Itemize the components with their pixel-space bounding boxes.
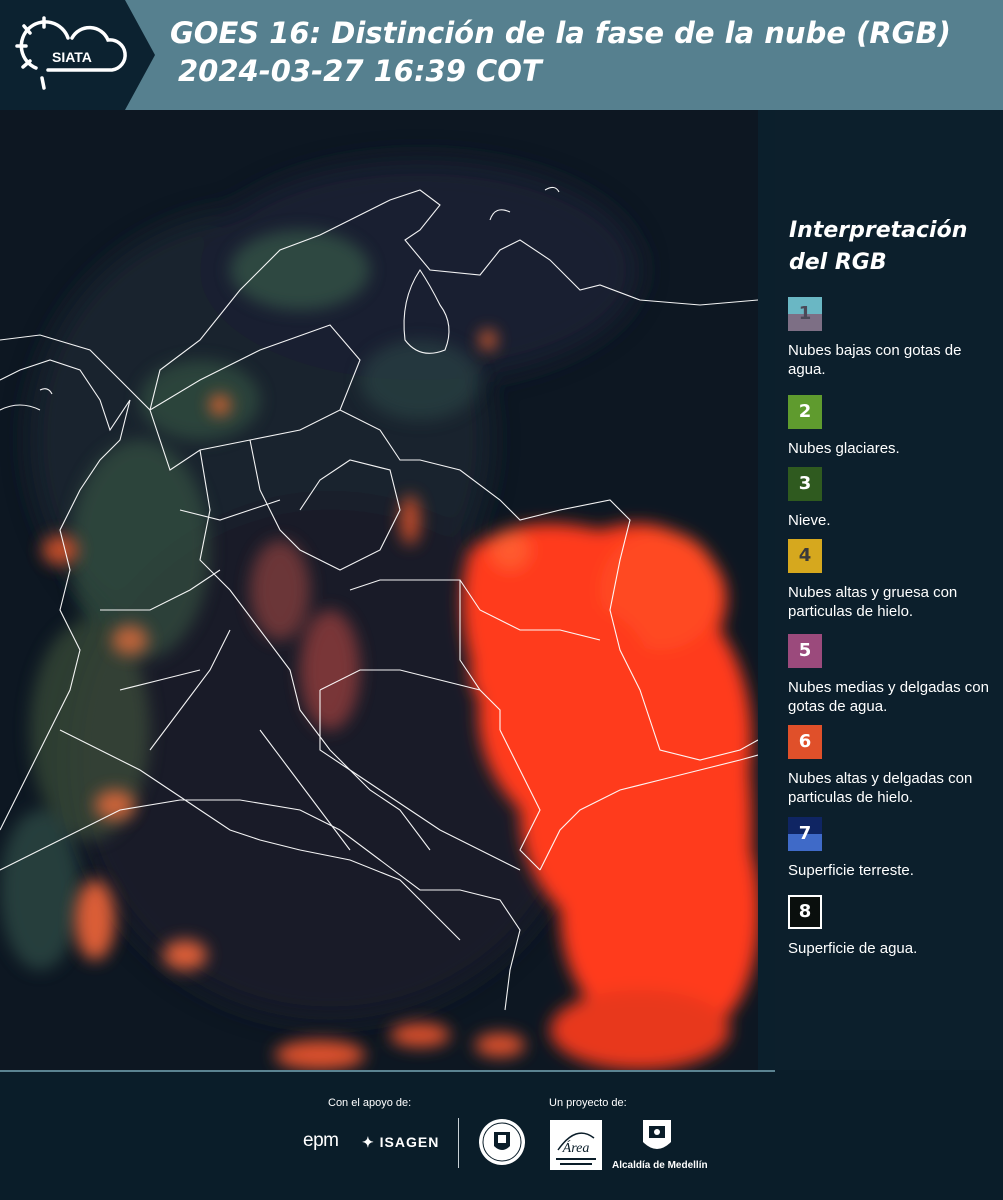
legend-label: Nubes altas y gruesa con particulas de h…: [788, 584, 958, 620]
title-line1: GOES 16: Distinción de la fase de la nub…: [170, 16, 951, 50]
legend-panel: Interpretación del RGB 1 Nubes bajas con…: [775, 110, 1003, 1070]
legend-item-2: 2 Nubes glaciares.: [788, 395, 998, 458]
title-line2: 2024-03-27 16:39 COT: [178, 54, 542, 88]
legend-title: Interpretación del RGB: [789, 215, 967, 279]
legend-swatch: 1: [788, 297, 822, 331]
legend-item-4: 4 Nubes altas y gruesa con particulas de…: [788, 539, 998, 621]
legend-swatch: 7: [788, 817, 822, 851]
legend-item-5: 5 Nubes medias y delgadas con gotas de a…: [788, 634, 998, 716]
legend-number: 6: [798, 731, 812, 752]
legend-number: 4: [798, 545, 812, 566]
legend-swatch: 2: [788, 395, 822, 429]
legend-label: Nubes altas y delgadas con particulas de…: [788, 770, 973, 806]
page-title: GOES 16: Distinción de la fase de la nub…: [170, 14, 990, 90]
legend-label: Superficie de agua.: [788, 940, 918, 957]
legend-swatch: 8: [788, 895, 822, 929]
header-bar: SIATA GOES 16: Distinción de la fase de …: [0, 0, 1003, 110]
satellite-map: [0, 110, 758, 1070]
siata-logo: SIATA: [0, 0, 155, 110]
legend-number: 7: [798, 823, 812, 844]
epm-logo: epm: [303, 1130, 339, 1151]
legend-swatch: 4: [788, 539, 822, 573]
area-logo-text: Área: [562, 1139, 590, 1156]
area-metropolitana-logo: Área: [550, 1120, 602, 1170]
legend-title-line1: Interpretación: [789, 218, 968, 243]
legend-label: Nieve.: [788, 512, 831, 529]
legend-label: Nubes glaciares.: [788, 440, 900, 457]
legend-item-8: 8 Superficie de agua.: [788, 895, 998, 958]
legend-swatch: 3: [788, 467, 822, 501]
medellin-seal-icon: [479, 1119, 525, 1165]
legend-label: Superficie terreste.: [788, 862, 914, 879]
legend-item-1: 1 Nubes bajas con gotas de agua.: [788, 297, 998, 379]
project-label: Un proyecto de:: [549, 1097, 627, 1109]
legend-number: 3: [798, 473, 812, 494]
legend-number: 8: [798, 901, 812, 922]
isagen-mark-icon: ✦: [362, 1134, 375, 1150]
alcaldia-shield-icon: [643, 1120, 671, 1149]
support-label: Con el apoyo de:: [328, 1097, 412, 1109]
footer-divider: [0, 1070, 775, 1072]
legend-item-6: 6 Nubes altas y delgadas con particulas …: [788, 725, 998, 807]
legend-label: Nubes bajas con gotas de agua.: [788, 342, 962, 378]
legend-title-line2: del RGB: [789, 250, 887, 275]
legend-number: 5: [798, 640, 812, 661]
legend-label: Nubes medias y delgadas con gotas de agu…: [788, 679, 989, 715]
legend-item-7: 7 Superficie terreste.: [788, 817, 998, 880]
isagen-text: ISAGEN: [379, 1134, 440, 1150]
footer: Con el apoyo de: Un proyecto de: epm ✦ I…: [0, 1070, 1003, 1200]
alcaldia-label: Alcaldía de Medellín: [612, 1160, 708, 1171]
satellite-rgb-image: [0, 110, 758, 1070]
legend-swatch: 5: [788, 634, 822, 668]
isagen-logo: ✦ ISAGEN: [362, 1134, 439, 1151]
legend-item-3: 3 Nieve.: [788, 467, 998, 530]
logo-divider: [458, 1118, 459, 1168]
legend-number: 2: [798, 401, 812, 422]
legend-swatch: 6: [788, 725, 822, 759]
siata-logo-text: SIATA: [52, 49, 92, 65]
legend-number: 1: [798, 303, 812, 324]
